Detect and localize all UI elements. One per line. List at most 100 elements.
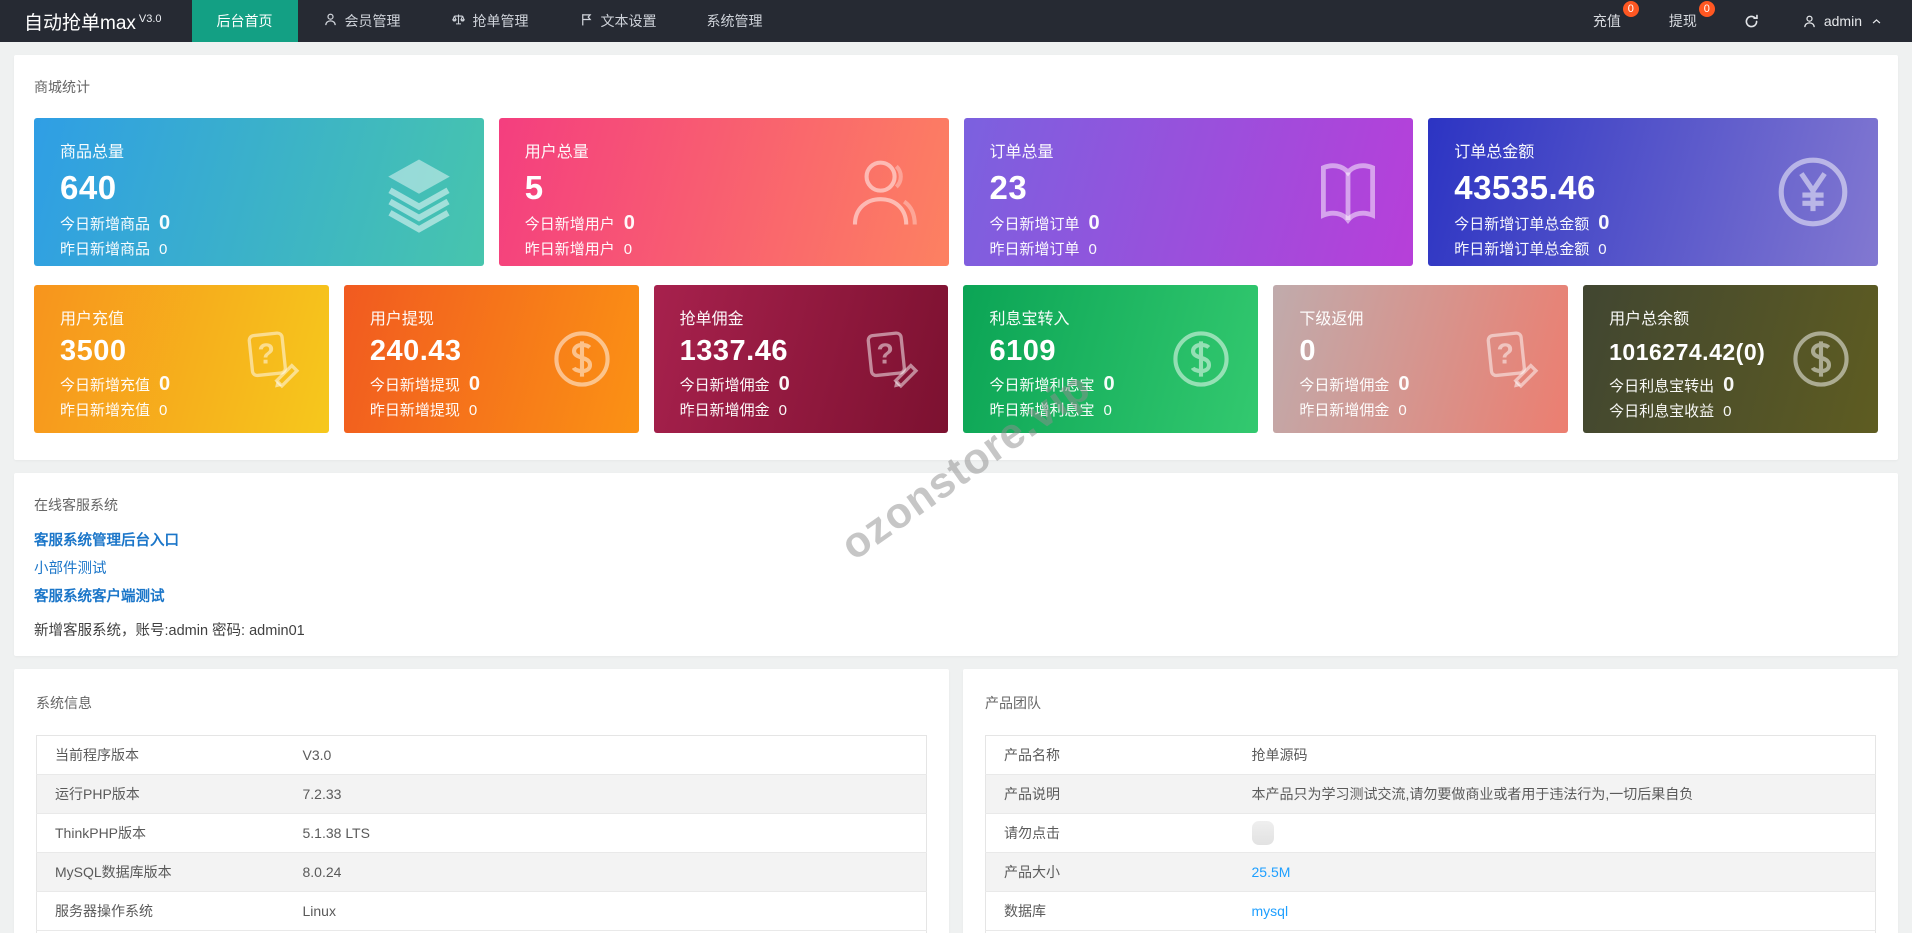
- row-value: Linux: [302, 903, 336, 919]
- stat-today-label: 今日新增商品: [60, 216, 151, 233]
- users-icon: [843, 151, 925, 233]
- table-row: 请勿点击: [985, 813, 1876, 853]
- chevron-up-icon: [1872, 18, 1881, 24]
- row-value[interactable]: 本产品只为学习测试交流,请勿要做商业或者用于违法行为,一切后果自负: [1252, 786, 1694, 802]
- stat-today-value: 0: [468, 373, 480, 395]
- dollar-circle-icon: [549, 326, 615, 392]
- nav-item[interactable]: 会员管理: [298, 0, 426, 42]
- main-content: 商城统计 商品总量 640 今日新增商品 0 昨日新增商品 0 用户总量 5 今日新…: [0, 42, 1912, 933]
- header-action-label: 充值: [1592, 13, 1621, 29]
- service-panel-title: 在线客服系统: [34, 497, 118, 513]
- stat-today-label: 今日利息宝转出: [1609, 378, 1715, 395]
- row-value[interactable]: mysql: [1252, 903, 1289, 919]
- stat-yesterday-line: 昨日新增佣金 0: [680, 399, 923, 420]
- stat-yesterday-line: 昨日新增用户 0: [525, 238, 923, 259]
- dashboard-page: 自动抢单max V3.0 后台首页 会员管理 抢单管理 文本设置 系统管理 充值…: [0, 0, 1912, 933]
- stat-today-label: 今日新增充值: [60, 377, 151, 394]
- nav-item[interactable]: 系统管理: [682, 0, 788, 42]
- stat-today-value: 0: [623, 212, 635, 234]
- refresh-button[interactable]: [1727, 13, 1776, 30]
- row-label: 当前程序版本: [36, 735, 285, 775]
- layers-icon: [378, 151, 460, 233]
- row-label: ThinkPHP版本: [36, 813, 285, 853]
- stat-today-value: 0: [778, 373, 790, 395]
- stat-yesterday-label: 昨日新增充值: [60, 402, 151, 419]
- sticker-icon[interactable]: [1251, 821, 1274, 845]
- table-row: 运行PHP版本 7.2.33: [36, 774, 927, 814]
- stat-yesterday-label: 昨日新增利息宝: [989, 402, 1095, 419]
- nav-user-icon: [323, 12, 338, 30]
- stat-today-label: 今日新增利息宝: [989, 377, 1095, 394]
- service-link[interactable]: 客服系统管理后台入口: [34, 527, 179, 555]
- stats-panel-title: 商城统计: [34, 79, 90, 95]
- table-row: 产品说明 本产品只为学习测试交流,请勿要做商业或者用于违法行为,一切后果自负: [985, 774, 1876, 814]
- stat-yesterday-line: 今日利息宝收益 0: [1609, 400, 1852, 421]
- dollar-circle-icon: [1168, 326, 1234, 392]
- header-action-button[interactable]: 充值 0: [1579, 1, 1639, 31]
- stat-today-value: 0: [159, 373, 171, 395]
- stat-yesterday-line: 昨日新增订单 0: [990, 238, 1388, 259]
- row-label: 数据库: [985, 891, 1234, 931]
- nav-item[interactable]: 文本设置: [554, 0, 682, 42]
- service-link[interactable]: 小部件测试: [34, 555, 107, 583]
- header-action-button[interactable]: 提现 0: [1655, 1, 1715, 31]
- app-title: 自动抢单max: [24, 12, 136, 34]
- row-value[interactable]: 25.5M: [1252, 864, 1291, 880]
- row-value: 8.0.24: [302, 864, 342, 880]
- stat-yesterday-label: 今日利息宝收益: [1609, 403, 1715, 420]
- stat-today-value: 0: [1103, 373, 1115, 395]
- header-actions: 充值 0 提现 0 admin: [1569, 0, 1912, 42]
- service-links: 客服系统管理后台入口 小部件测试 客服系统客户端测试: [34, 527, 1878, 611]
- service-link[interactable]: 客服系统客户端测试: [34, 583, 165, 611]
- nav-item-label: 后台首页: [216, 13, 273, 29]
- table-row: 产品名称 抢单源码: [985, 735, 1876, 775]
- nav-item-label: 系统管理: [706, 13, 763, 29]
- stat-today-value: 0: [1598, 212, 1610, 234]
- nav-item[interactable]: 后台首页: [191, 0, 298, 42]
- stat-today-label: 今日新增用户: [524, 216, 615, 233]
- bottom-panels: 系统信息 当前程序版本 V3.0 运行PHP版本 7.2.33 ThinkPHP…: [14, 669, 1898, 933]
- stat-yesterday-label: 昨日新增商品: [60, 241, 151, 258]
- row-value: 5.1.38 LTS: [302, 825, 370, 841]
- stat-yesterday-line: 昨日新增充值 0: [60, 399, 303, 420]
- dollar-circle-icon: [1788, 326, 1854, 392]
- stat-today-label: 今日新增提现: [369, 377, 460, 394]
- table-row: 数据库 mysql: [985, 891, 1876, 931]
- product-team-panel: 产品团队 产品名称 抢单源码 产品说明 本产品只为学习测试交流,请勿要做商业或者…: [963, 669, 1898, 933]
- stat-yesterday-value: 0: [159, 402, 168, 419]
- product-team-table: 产品名称 抢单源码 产品说明 本产品只为学习测试交流,请勿要做商业或者用于违法行…: [985, 735, 1876, 933]
- doc-question-icon: ?: [239, 326, 305, 392]
- stat-card: 用户总量 5 今日新增用户 0 昨日新增用户 0: [498, 118, 949, 266]
- username: admin: [1823, 13, 1862, 29]
- nav-item[interactable]: 抢单管理: [426, 0, 554, 42]
- stat-yesterday-line: 昨日新增订单总金额 0: [1454, 238, 1852, 259]
- table-row: 服务器操作系统 Linux: [36, 891, 927, 931]
- stat-card: 利息宝转入 6109 今日新增利息宝 0 昨日新增利息宝 0: [963, 285, 1259, 433]
- stat-yesterday-value: 0: [1723, 403, 1732, 420]
- stat-yesterday-value: 0: [468, 402, 478, 419]
- row-value: V3.0: [302, 747, 332, 763]
- stat-card: 订单总量 23 今日新增订单 0 昨日新增订单 0: [963, 118, 1414, 266]
- stat-yesterday-label: 昨日新增佣金: [679, 402, 770, 419]
- header-action-label: 提现: [1668, 13, 1697, 29]
- table-row: MySQL数据库版本 8.0.24: [36, 852, 927, 892]
- customer-service-panel: 在线客服系统 客服系统管理后台入口 小部件测试 客服系统客户端测试 新增客服系统…: [14, 473, 1898, 656]
- user-menu[interactable]: admin: [1782, 13, 1890, 29]
- stat-yesterday-line: 昨日新增佣金 0: [1299, 399, 1542, 420]
- row-label: 服务器操作系统: [36, 891, 285, 931]
- stat-today-value: 0: [159, 212, 171, 234]
- stat-today-label: 今日新增订单: [989, 216, 1080, 233]
- stat-card: 用户提现 240.43 今日新增提现 0 昨日新增提现 0: [343, 285, 639, 433]
- row-label: 运行PHP版本: [36, 774, 285, 814]
- stat-yesterday-label: 昨日新增订单总金额: [1454, 241, 1590, 258]
- stat-yesterday-value: 0: [1088, 241, 1097, 258]
- stat-yesterday-label: 昨日新增用户: [524, 241, 615, 258]
- stats-row-2: 用户充值 3500 今日新增充值 0 昨日新增充值 0 ? 用户提现 240.43 …: [34, 285, 1878, 433]
- row-value[interactable]: 抢单源码: [1252, 747, 1308, 763]
- stat-yesterday-line: 昨日新增商品 0: [60, 238, 458, 259]
- svg-text:?: ?: [257, 338, 274, 370]
- stat-card: 抢单佣金 1337.46 今日新增佣金 0 昨日新增佣金 0 ?: [653, 285, 949, 433]
- stat-card: 用户总余额 1016274.42(0) 今日利息宝转出 0 今日利息宝收益 0: [1583, 285, 1878, 433]
- stat-yesterday-line: 昨日新增利息宝 0: [989, 399, 1232, 420]
- stat-yesterday-label: 昨日新增佣金: [1299, 402, 1390, 419]
